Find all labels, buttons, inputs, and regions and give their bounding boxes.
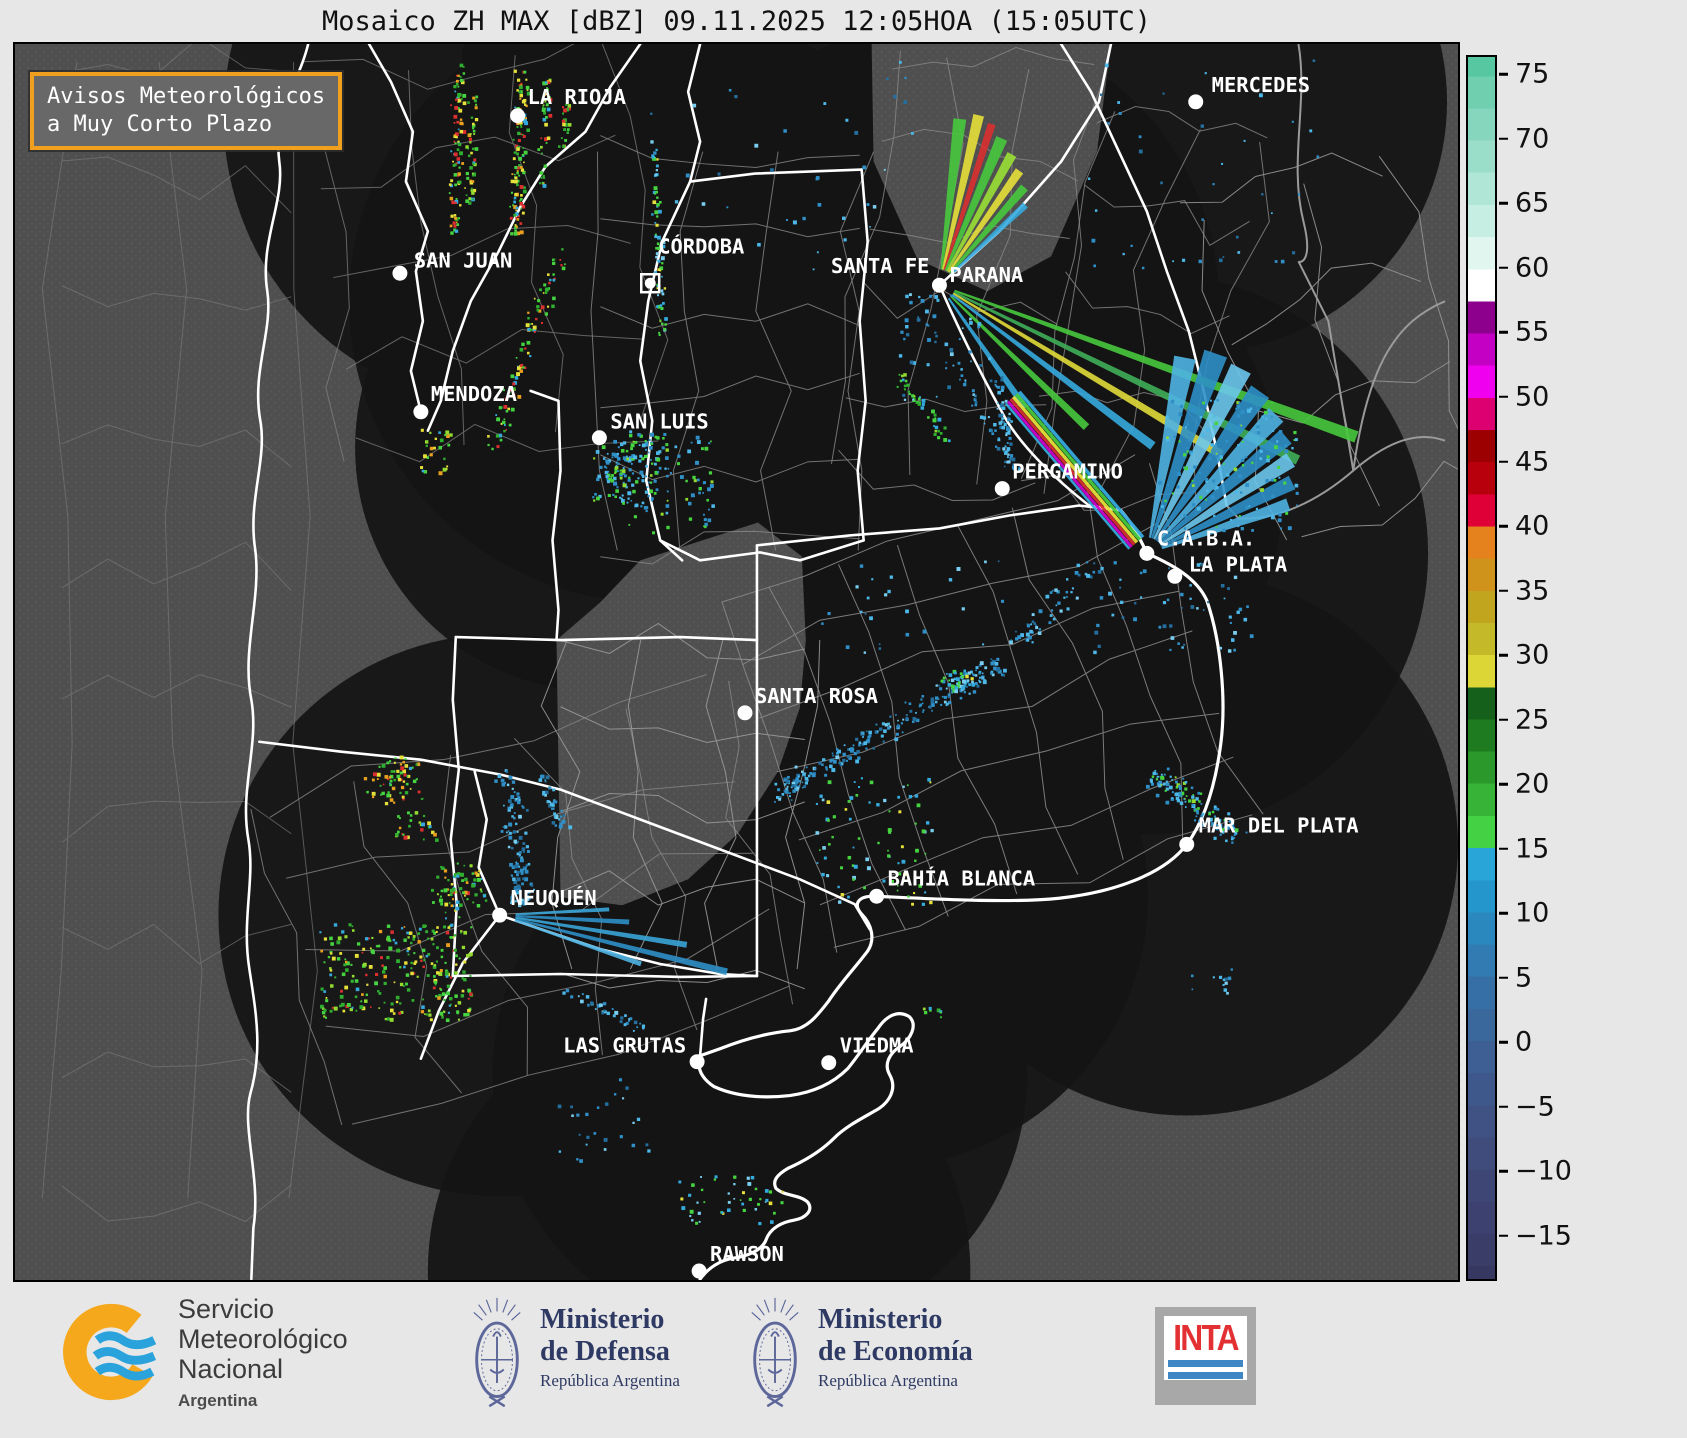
city-label: RAWSON xyxy=(710,1242,784,1266)
colorbar-tick-label: −5 xyxy=(1515,1091,1555,1123)
colorbar-tick xyxy=(1499,653,1508,657)
colorbar-tick-label: 65 xyxy=(1515,187,1550,219)
city-marker-dot xyxy=(1188,94,1204,110)
colorbar-tick-label: 60 xyxy=(1515,252,1550,284)
colorbar-tick xyxy=(1499,137,1508,141)
defensa-text: Ministerio de Defensa República Argentin… xyxy=(540,1304,680,1390)
colorbar-tick-label: 0 xyxy=(1515,1026,1533,1058)
city-marker-dot xyxy=(737,705,753,721)
colorbar-tick xyxy=(1499,976,1508,979)
city-parana: PARANA xyxy=(949,263,1023,287)
colorbar-tick xyxy=(1499,782,1508,786)
colorbar-tick-label: 35 xyxy=(1515,575,1550,607)
radar-coverage-circles xyxy=(218,44,1458,1280)
warnings-badge-line2: a Muy Corto Plazo xyxy=(47,112,273,137)
smn-logo-icon xyxy=(62,1303,160,1401)
colorbar-tick-label: 75 xyxy=(1515,58,1550,90)
colorbar-tick xyxy=(1499,847,1508,850)
colorbar-tick xyxy=(1499,1041,1508,1044)
city-label: C.A.B.A. xyxy=(1157,526,1255,550)
radar-map-svg: MERCEDES LA RIOJA SAN JUAN CÓRDOBA SANTA FE P… xyxy=(15,44,1458,1280)
city-marker-dot xyxy=(644,277,656,289)
city-marker-dot xyxy=(392,265,408,281)
city-marker-dot xyxy=(931,277,947,293)
city-label: SANTA ROSA xyxy=(755,684,878,708)
colorbar-tick xyxy=(1499,589,1508,592)
city-marker-dot xyxy=(510,108,526,124)
city-marker-dot xyxy=(492,907,508,923)
colorbar-tick-label: 55 xyxy=(1515,316,1550,348)
colorbar-tick-label: 30 xyxy=(1515,639,1550,671)
radar-map: MERCEDES LA RIOJA SAN JUAN CÓRDOBA SANTA FE P… xyxy=(13,42,1460,1282)
colorbar-tick-label: 70 xyxy=(1515,123,1550,155)
city-marker-dot xyxy=(869,888,885,904)
inta-logo: INTA xyxy=(1155,1307,1256,1405)
dbz-colorbar xyxy=(1466,55,1497,1281)
colorbar-tick-label: −10 xyxy=(1515,1155,1572,1187)
colorbar-tick-label: 10 xyxy=(1515,897,1550,929)
colorbar-tick-label: 15 xyxy=(1515,833,1550,865)
colorbar-tick xyxy=(1499,718,1508,721)
colorbar-tick-label: 25 xyxy=(1515,704,1550,736)
colorbar-tick xyxy=(1499,1105,1508,1109)
city-label: PERGAMINO xyxy=(1012,460,1123,484)
colorbar-tick xyxy=(1499,460,1508,463)
colorbar-tick-label: 40 xyxy=(1515,510,1550,542)
city-label: SANTA FE xyxy=(831,254,929,278)
page-title: Mosaico ZH MAX [dBZ] 09.11.2025 12:05HOA… xyxy=(321,6,1152,37)
colorbar-tick xyxy=(1499,266,1508,270)
colorbar-tick xyxy=(1499,1234,1508,1238)
city-marker-dot xyxy=(994,481,1010,497)
city-label: SAN LUIS xyxy=(610,410,708,434)
economia-coat-of-arms-icon xyxy=(751,1297,799,1408)
city-label: MENDOZA xyxy=(431,382,517,406)
colorbar-tick-label: 45 xyxy=(1515,446,1550,478)
dbz-colorbar-ticks: 75 70 65 60 55 50 45 40 35 30 25 20 15 10 5 0 −5 −10 −15 xyxy=(1497,55,1617,1281)
colorbar-tick-label: −15 xyxy=(1515,1220,1572,1252)
warnings-badge-line1: Avisos Meteorológicos xyxy=(47,84,326,109)
smn-logo-text: Servicio Meteorológico Nacional Argentin… xyxy=(178,1294,348,1410)
city-label: NEUQUÉN xyxy=(511,885,597,910)
city-marker-dot xyxy=(1167,568,1183,584)
colorbar-tick xyxy=(1499,331,1508,334)
colorbar-tick xyxy=(1499,524,1508,528)
city-label: LAS GRUTAS xyxy=(563,1034,686,1058)
colorbar-tick xyxy=(1499,202,1508,205)
colorbar-tick xyxy=(1499,911,1508,915)
city-label: MAR DEL PLATA xyxy=(1199,813,1359,837)
inta-logo-text: INTA xyxy=(1173,1317,1239,1358)
colorbar-tick xyxy=(1499,73,1508,76)
defensa-coat-of-arms-icon xyxy=(473,1297,521,1408)
warnings-badge[interactable]: Avisos Meteorológicos a Muy Corto Plazo xyxy=(30,72,343,150)
colorbar-tick-label: 50 xyxy=(1515,381,1550,413)
city-label: LA PLATA xyxy=(1189,552,1287,576)
city-marker-dot xyxy=(413,404,429,420)
city-marker-dot xyxy=(691,1263,707,1279)
city-marker-dot xyxy=(591,430,607,446)
colorbar-tick xyxy=(1499,395,1508,399)
footer: Servicio Meteorológico Nacional Argentin… xyxy=(0,1282,1687,1438)
city-marker-dot xyxy=(689,1054,705,1070)
city-label: BAHÍA BLANCA xyxy=(888,865,1036,890)
city-label: LA RIOJA xyxy=(528,85,626,109)
city-marker-dot xyxy=(1139,545,1155,561)
colorbar-tick-label: 5 xyxy=(1515,962,1533,994)
colorbar-tick-label: 20 xyxy=(1515,768,1550,800)
city-label: PARANA xyxy=(949,263,1023,287)
city-label: MERCEDES xyxy=(1212,73,1310,97)
colorbar-tick xyxy=(1499,1170,1508,1173)
city-marker-dot xyxy=(821,1055,837,1071)
city-label: CÓRDOBA xyxy=(658,233,744,258)
city-label: SAN JUAN xyxy=(414,248,512,272)
city-marker-dot xyxy=(1179,836,1195,852)
economia-text: Ministerio de Economía República Argenti… xyxy=(818,1304,973,1390)
city-label: VIEDMA xyxy=(840,1034,914,1058)
